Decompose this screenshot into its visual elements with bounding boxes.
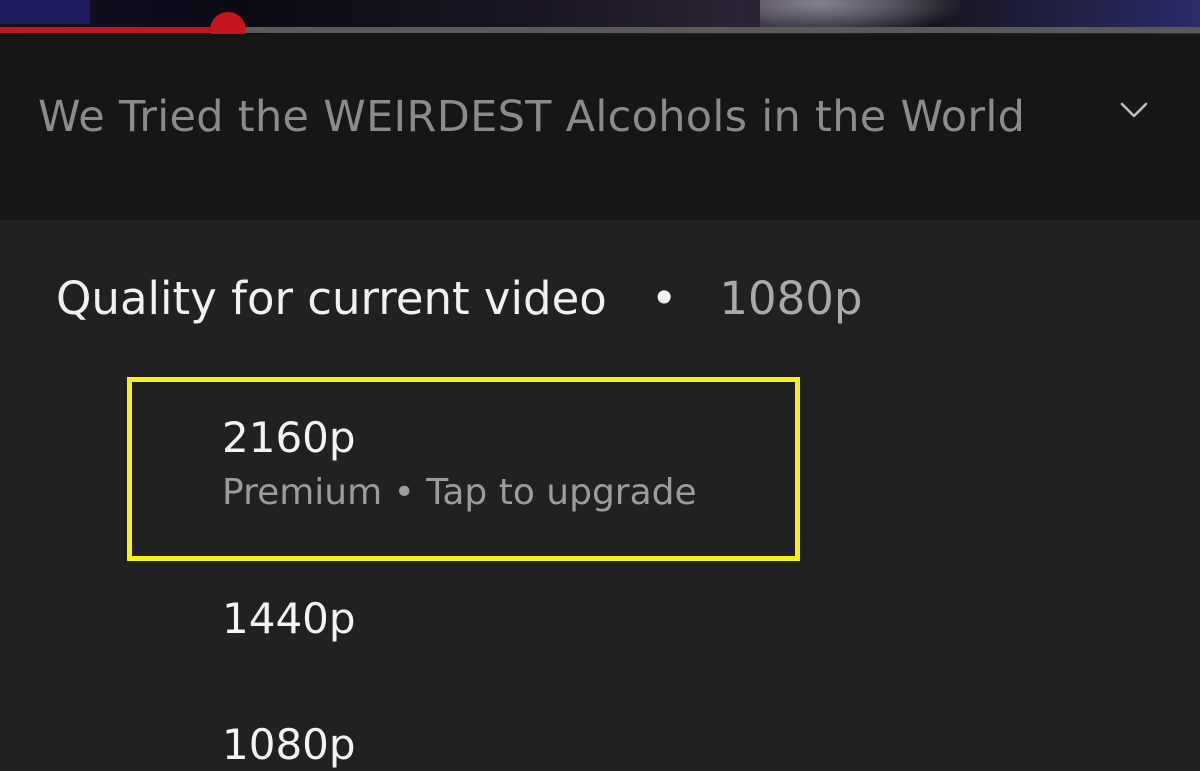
chevron-down-icon[interactable] [1118,94,1150,126]
progress-track[interactable] [0,27,1200,33]
quality-option-sublabel: Premium • Tap to upgrade [222,472,697,513]
quality-header: Quality for current video • 1080p [56,272,862,325]
video-title-bar[interactable]: We Tried the WEIRDEST Alcohols in the Wo… [0,34,1200,220]
separator-dot: • [650,272,678,325]
quality-header-label: Quality for current video [56,272,607,325]
quality-option-1080p[interactable]: 1080p [222,719,782,771]
quality-option-label: 2160p [222,413,356,462]
quality-panel: Quality for current video • 1080p 2160p Pr… [0,220,1200,769]
video-player-preview[interactable] [0,0,1200,34]
quality-option-1440p[interactable]: 1440p [222,593,782,645]
video-frame-decor [0,0,90,24]
quality-option-label: 1440p [222,594,356,643]
quality-option-label: 1080p [222,720,356,769]
video-title: We Tried the WEIRDEST Alcohols in the Wo… [38,92,1026,142]
quality-option-2160p[interactable]: 2160p Premium • Tap to upgrade [222,412,782,516]
progress-fill [0,27,228,33]
current-quality-value: 1080p [719,272,863,325]
